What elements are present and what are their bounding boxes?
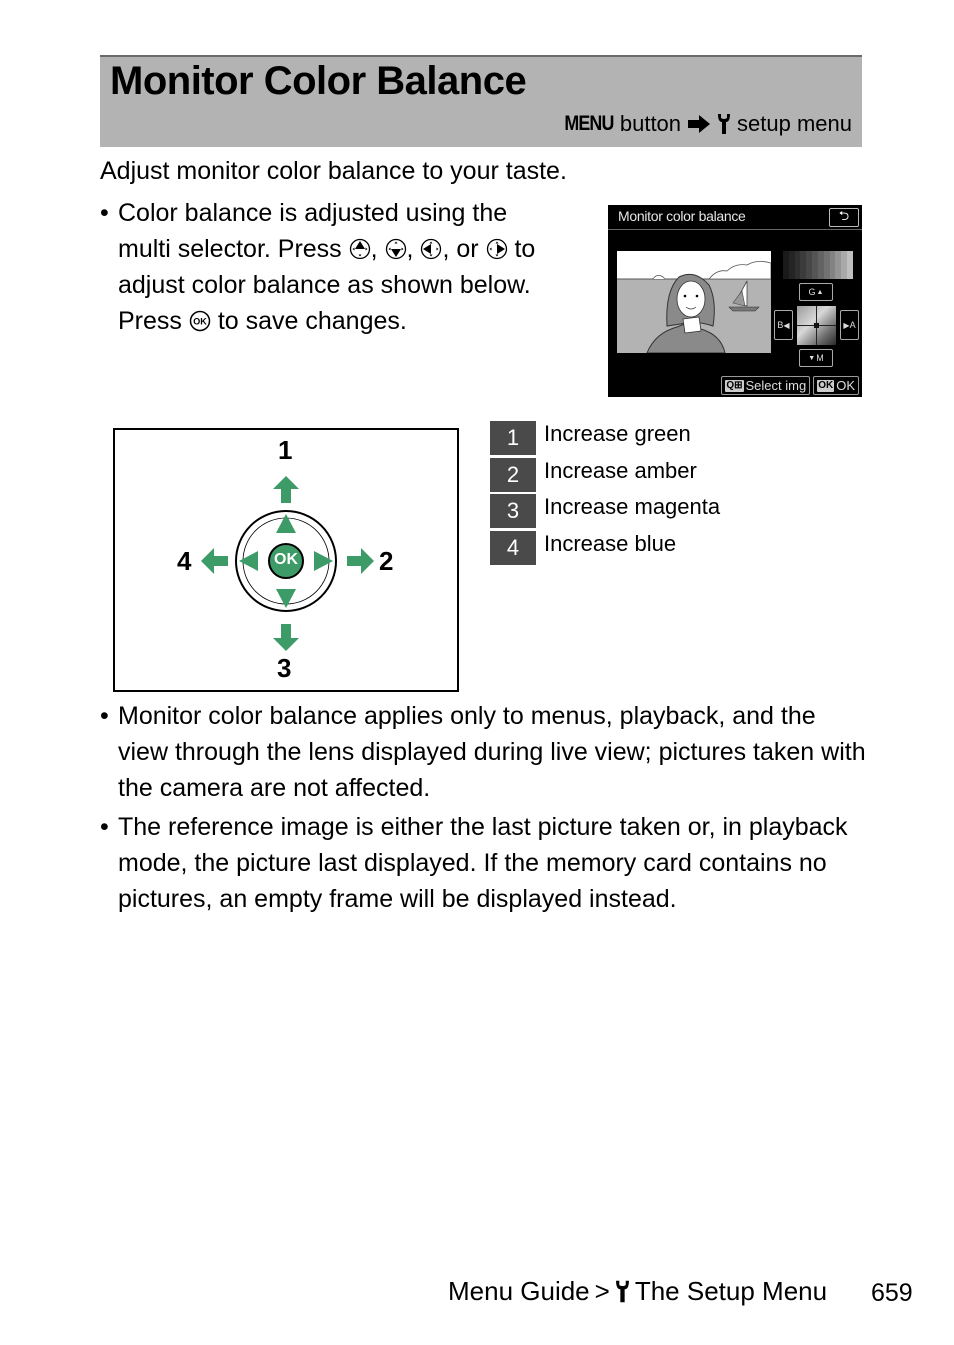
instruction-line-4: Press OK to save changes. — [118, 303, 535, 339]
note-text: The reference image is either the last p… — [118, 813, 848, 913]
diagram-label-4: 4 — [177, 546, 192, 576]
reference-image — [617, 251, 771, 353]
bullet-dot: • — [100, 813, 109, 841]
legend-label: Increase blue — [544, 530, 677, 556]
portrait-illustration — [617, 261, 771, 353]
instruction-text: multi selector. Press — [118, 235, 342, 263]
ok-button-icon: OK — [189, 310, 211, 332]
multi-selector-up-icon — [349, 238, 370, 260]
menu-path-button: button — [619, 111, 682, 136]
ok-hint: OK OK — [813, 376, 859, 395]
diagram-label-1: 1 — [278, 435, 293, 465]
diagram-label-2: 2 — [379, 546, 394, 576]
page-number: 659 — [871, 1279, 913, 1307]
diagram-label-3: 3 — [277, 653, 292, 683]
select-image-hint: Q⊞ Select img — [721, 376, 811, 395]
comma: , — [370, 235, 378, 263]
legend-label: Increase green — [544, 421, 691, 446]
instruction-line-3: adjust color balance as shown below. — [118, 271, 531, 299]
arrow-up-icon — [273, 476, 299, 503]
green-label: G — [808, 287, 816, 297]
legend-label: Increase amber — [544, 457, 697, 483]
instruction-bullet: • Color balance is adjusted using the mu… — [100, 195, 580, 345]
multi-selector-right-icon — [486, 238, 507, 260]
legend-number: 1 — [490, 421, 536, 455]
breadcrumb-setup-menu[interactable]: The Setup Menu — [635, 1276, 827, 1307]
grayscale-step — [847, 251, 853, 279]
arrow-down-icon — [273, 624, 299, 651]
arrow-right-icon — [347, 548, 374, 574]
color-balance-grid — [797, 306, 836, 345]
camera-screen-title: Monitor color balance — [618, 208, 746, 224]
multi-selector-left-icon — [421, 238, 442, 260]
magenta-label: M — [816, 353, 824, 363]
legend-label: Increase magenta — [544, 494, 721, 519]
breadcrumb-menu-guide[interactable]: Menu Guide — [448, 1276, 590, 1307]
page-title: Monitor Color Balance — [110, 59, 527, 103]
instruction-text: , or — [442, 235, 479, 263]
ok-label: OK — [274, 551, 298, 568]
balance-cursor — [814, 323, 819, 328]
arrow-right-icon — [688, 115, 711, 133]
wrench-icon — [615, 1280, 629, 1303]
wrench-icon — [718, 114, 731, 134]
breadcrumb-separator: > — [594, 1276, 610, 1306]
camera-footer: Q⊞ Select img OK OK — [721, 376, 859, 395]
select-image-label: Select img — [745, 378, 807, 393]
ok-key-icon: OK — [817, 379, 835, 392]
bullet-dot: • — [100, 702, 109, 730]
menu-path-setup: setup menu — [737, 111, 852, 136]
intro-text: Adjust monitor color balance to your tas… — [100, 157, 567, 185]
back-icon: ⮌ — [829, 208, 859, 227]
camera-screen: Monitor color balance ⮌ G ▲ B ◀ ▶ A ▼ M … — [608, 205, 862, 397]
title-bar: Monitor Color Balance MENU button setup … — [100, 55, 862, 147]
instruction-line-2: multi selector. Press , , , or to — [118, 231, 535, 267]
svg-text:OK: OK — [193, 317, 207, 327]
zoom-thumbnail-key-icon: Q⊞ — [725, 379, 744, 392]
footer-breadcrumb: Menu Guide > The Setup Menu — [448, 1276, 827, 1307]
legend-number: 2 — [490, 457, 536, 492]
note-bullet: • The reference image is either the last… — [100, 809, 870, 917]
comma: , — [406, 235, 414, 263]
magenta-button: ▼ M — [799, 349, 833, 367]
amber-button: ▶ A — [840, 310, 859, 340]
blue-button: B ◀ — [774, 310, 793, 340]
grayscale-bar — [783, 251, 853, 279]
green-button: G ▲ — [799, 283, 833, 301]
instruction-text: Press — [118, 307, 182, 335]
instruction-line-1: Color balance is adjusted using the — [118, 199, 508, 227]
ok-label: OK — [836, 378, 855, 393]
note-bullet: • Monitor color balance applies only to … — [100, 698, 870, 806]
note-text: Monitor color balance applies only to me… — [118, 702, 866, 802]
legend-number: 4 — [490, 530, 536, 565]
menu-path: MENU button setup menu — [560, 111, 852, 137]
bullet-dot: • — [100, 199, 109, 227]
amber-label: A — [849, 320, 856, 330]
menu-button-label: MENU — [564, 112, 614, 135]
arrow-left-icon — [201, 548, 228, 574]
multi-selector-diagram: 1 2 3 4 OK — [113, 428, 459, 692]
multi-selector-down-icon — [385, 238, 406, 260]
instruction-text: to — [514, 235, 536, 263]
instruction-text: to save changes. — [217, 307, 407, 335]
legend-number: 3 — [490, 494, 536, 528]
divider — [608, 229, 862, 230]
